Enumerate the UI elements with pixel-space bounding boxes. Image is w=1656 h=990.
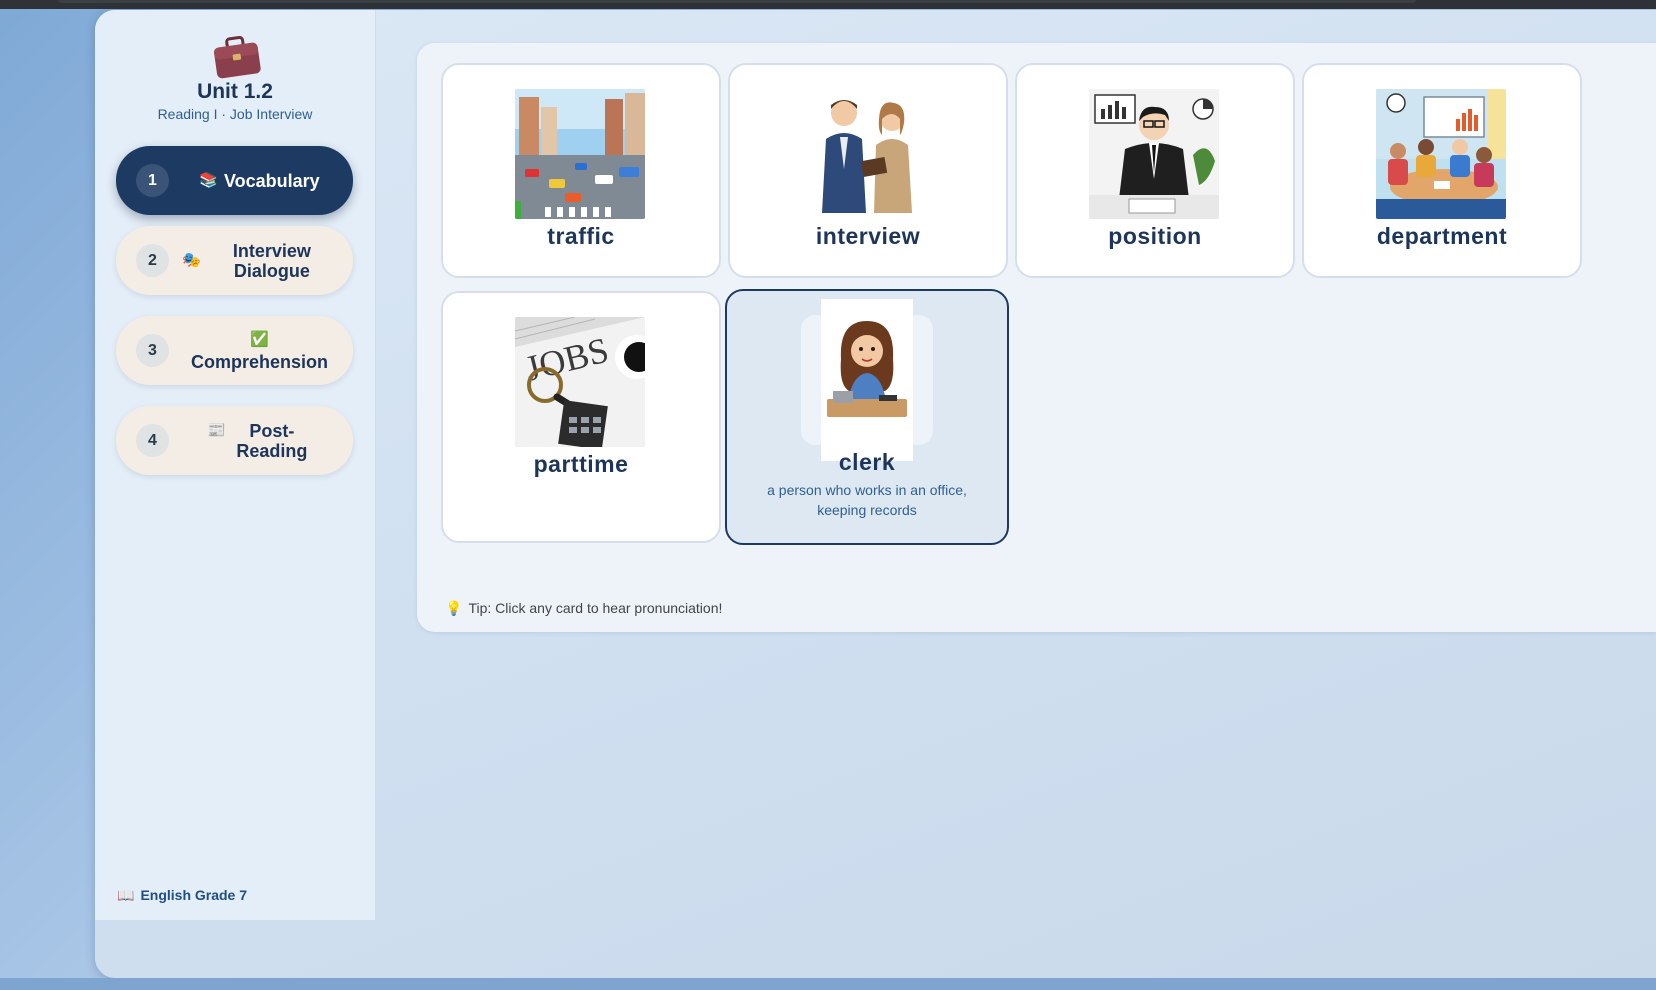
unit-subtitle: Reading I · Job Interview [157,106,313,122]
vocabulary-panel: traffic interview position department JO… [417,43,1656,632]
sidebar: Unit 1.2 Reading I · Job Interview 1 📚 V… [95,10,376,920]
nav-item-label: Post-Reading [236,420,308,461]
nav-item-label: Comprehension [190,351,328,372]
city-traffic-illustration [515,89,645,219]
vocab-card-position[interactable]: position [1015,63,1295,278]
nav-item-number: 2 [136,244,169,277]
vocab-card-traffic[interactable]: traffic [441,63,721,278]
vocab-word: parttime [533,451,629,477]
nav-item-label: Interview Dialogue [232,240,311,281]
nav-item-interview-dialogue[interactable]: 2 🎭 Interview Dialogue [116,226,353,295]
nav-item-label: Vocabulary [223,170,320,191]
vocab-card-department[interactable]: department [1302,63,1582,278]
nav-item-number: 3 [136,334,169,367]
books-icon: 📚 [199,171,218,189]
vocab-word: interview [815,223,921,249]
vocab-word: department [1376,223,1508,249]
grade-label: 📖 English Grade 7 [117,887,248,903]
nav-item-number: 1 [136,164,169,197]
vocab-card-clerk[interactable]: clerk a person who works in an office, k… [725,289,1009,545]
unit-title: Unit 1.2 [197,80,273,103]
nav-item-vocabulary[interactable]: 1 📚 Vocabulary [116,146,353,215]
vocab-card-parttime[interactable]: JOBS parttime [441,291,721,543]
vocab-word: traffic [547,223,615,249]
pronunciation-tip: 💡 Tip: Click any card to hear pronunciati… [445,600,723,616]
vocab-definition: a person who works in an office, keeping… [767,482,967,518]
office-clerk-woman-illustration [821,299,913,461]
light-bulb-icon: 💡 [445,600,463,616]
theater-masks-icon: 🎭 [182,251,201,269]
jobs-newspaper-magnifier-illustration: JOBS [515,317,645,447]
office-team-meeting-illustration [1376,89,1506,219]
vocab-word: position [1108,223,1202,249]
newspaper-icon: 📰 [207,421,226,439]
vocab-word: clerk [838,449,896,475]
vocab-card-interview[interactable]: interview [728,63,1008,278]
app-window: Unit 1.2 Reading I · Job Interview 1 📚 V… [95,10,1656,978]
browser-top-bar [0,0,1656,9]
check-mark-icon: ✅ [250,330,269,348]
open-book-icon: 📖 [117,887,135,903]
nav-item-comprehension[interactable]: 3 ✅ Comprehension [116,316,353,385]
bottom-strip [0,978,1656,990]
briefcase-icon [214,35,261,79]
nav-item-number: 4 [136,424,169,457]
two-people-interview-illustration [802,89,932,219]
nav-item-post-reading[interactable]: 4 📰 Post-Reading [116,406,353,475]
businessman-at-desk-illustration [1089,89,1219,219]
